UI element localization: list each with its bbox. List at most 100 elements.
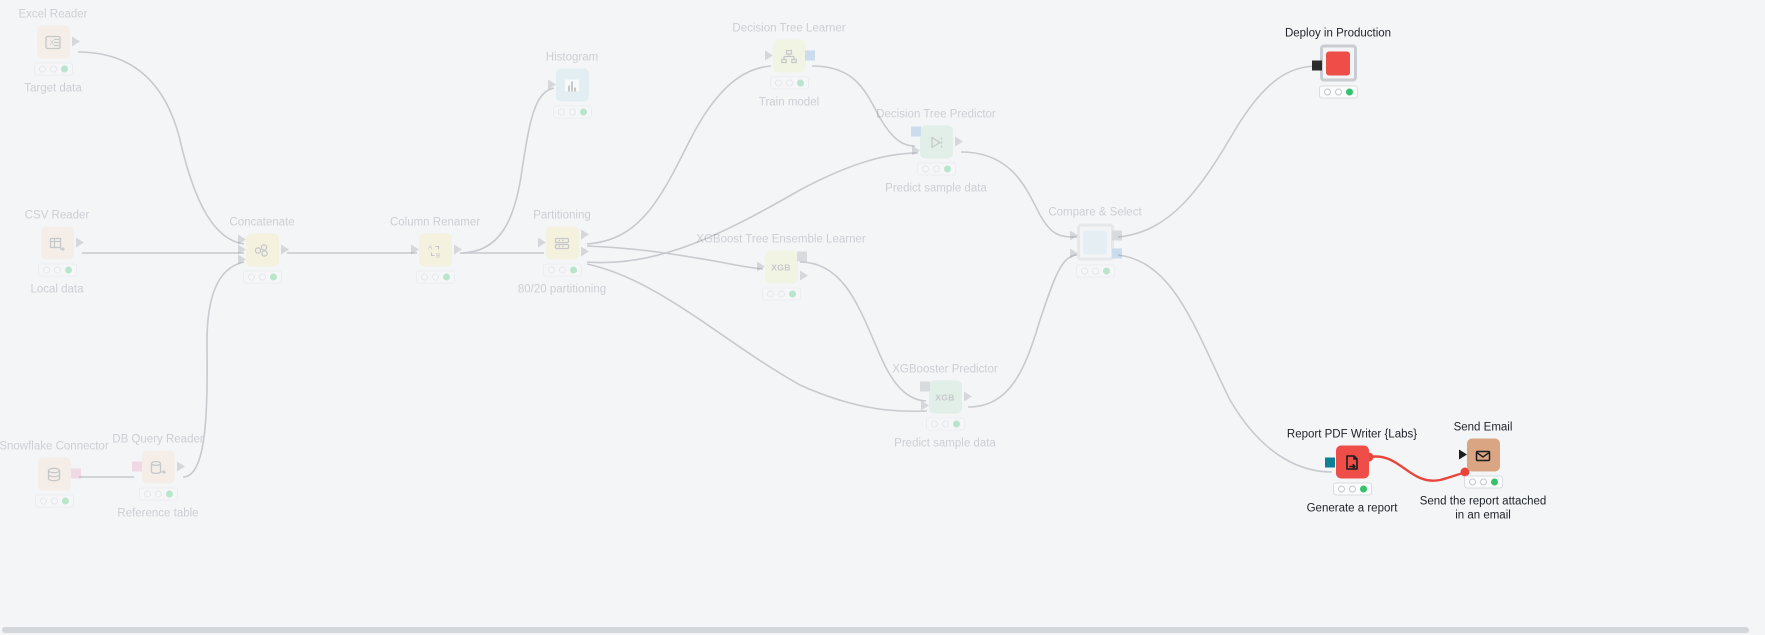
input-port[interactable] xyxy=(1324,457,1335,468)
node-title: Decision Tree Learner xyxy=(732,22,846,35)
output-port-model[interactable] xyxy=(796,251,807,262)
output-port[interactable] xyxy=(176,461,185,472)
node-body[interactable]: AB xyxy=(410,233,462,267)
input-port[interactable] xyxy=(537,237,546,248)
output-port[interactable] xyxy=(453,244,462,255)
input-port-1[interactable] xyxy=(237,234,246,245)
lamp-queued xyxy=(53,266,61,274)
input-port[interactable] xyxy=(410,244,419,255)
input-port-model[interactable] xyxy=(910,126,921,137)
input-port-data[interactable] xyxy=(920,400,929,411)
input-port[interactable] xyxy=(1458,449,1467,460)
output-port-model[interactable] xyxy=(804,50,815,61)
input-port[interactable] xyxy=(764,50,773,61)
db-query-reader-icon xyxy=(148,457,168,477)
node-subtitle: Reference table xyxy=(117,507,199,520)
lamp-executed xyxy=(943,165,951,173)
output-port[interactable] xyxy=(71,36,80,47)
node-body[interactable] xyxy=(1069,223,1122,261)
node-db-query-reader[interactable]: DB Query Reader Reference table xyxy=(68,434,248,521)
node-concatenate[interactable]: Concatenate xyxy=(172,217,352,290)
output-port[interactable] xyxy=(75,237,84,248)
lamp-executed xyxy=(1102,267,1110,275)
output-port[interactable] xyxy=(954,136,963,147)
node-title: CSV Reader xyxy=(24,209,90,222)
concatenate-icon xyxy=(252,240,272,260)
output-port-2[interactable] xyxy=(1111,248,1122,259)
node-excel-reader[interactable]: Excel Reader X Target data xyxy=(0,9,143,96)
traffic-light xyxy=(242,270,282,284)
input-port-2[interactable] xyxy=(237,244,246,255)
workflow-canvas[interactable]: Excel Reader X Target data CSV Reader Lo… xyxy=(0,0,1765,635)
output-port[interactable] xyxy=(963,391,972,402)
node-compare-and-select[interactable]: Compare & Select xyxy=(1005,207,1185,284)
lamp-queued xyxy=(568,108,576,116)
lamp-executed xyxy=(1490,478,1498,486)
input-port-2[interactable] xyxy=(1069,248,1078,259)
lamp-idle xyxy=(1337,485,1345,493)
partitioning-icon xyxy=(552,233,572,253)
node-body[interactable] xyxy=(537,226,589,260)
scrollbar-thumb[interactable] xyxy=(2,627,1750,633)
output-port-data[interactable] xyxy=(799,270,808,281)
lamp-executed xyxy=(788,290,796,298)
lamp-executed xyxy=(60,65,68,73)
traffic-light xyxy=(37,263,77,277)
connection-edges xyxy=(77,51,1470,482)
node-body[interactable] xyxy=(1458,438,1500,472)
lamp-idle xyxy=(921,165,929,173)
input-port-3[interactable] xyxy=(237,254,246,265)
lamp-executed xyxy=(579,108,587,116)
traffic-light xyxy=(925,417,965,431)
input-port-data[interactable] xyxy=(911,145,920,156)
horizontal-scrollbar[interactable] xyxy=(0,626,1765,635)
decision-tree-icon xyxy=(779,46,799,66)
node-body[interactable] xyxy=(764,39,815,73)
node-body[interactable] xyxy=(1324,445,1369,479)
lamp-idle xyxy=(247,273,255,281)
node-body[interactable] xyxy=(237,233,289,267)
node-body[interactable] xyxy=(40,226,84,260)
output-port[interactable] xyxy=(280,244,289,255)
input-port[interactable] xyxy=(547,79,556,90)
node-body[interactable]: XGB xyxy=(756,250,808,284)
node-partitioning[interactable]: Partitioning 80/20 partitioning xyxy=(472,210,652,297)
input-port-db[interactable] xyxy=(131,461,142,472)
node-decision-tree-learner[interactable]: Decision Tree Learner Train model xyxy=(699,23,879,110)
node-deploy-in-production[interactable]: Deploy in Production xyxy=(1248,28,1428,105)
histogram-icon xyxy=(562,75,582,95)
input-port-model[interactable] xyxy=(919,381,930,392)
node-xgboost-tree-ensemble-learner[interactable]: XGBoost Tree Ensemble Learner XGB xyxy=(691,234,871,307)
node-body[interactable] xyxy=(910,125,963,159)
output-port-1[interactable] xyxy=(1111,230,1122,241)
node-send-email[interactable]: Send Email Send the report attached in a… xyxy=(1393,422,1573,523)
input-port[interactable] xyxy=(1311,60,1322,71)
lamp-queued xyxy=(258,273,266,281)
node-histogram[interactable]: Histogram xyxy=(482,52,662,125)
input-port[interactable] xyxy=(756,261,765,272)
node-body[interactable] xyxy=(547,68,589,102)
node-body[interactable]: XGB xyxy=(919,380,972,414)
svg-text:A: A xyxy=(428,244,433,251)
node-body[interactable] xyxy=(37,457,81,491)
node-body[interactable] xyxy=(1311,44,1357,82)
node-body[interactable] xyxy=(131,450,185,484)
node-subtitle: Local data xyxy=(30,283,84,296)
node-xgbooster-predictor[interactable]: XGBooster Predictor XGB Predict sample d… xyxy=(855,364,1035,451)
output-port-1[interactable] xyxy=(580,229,589,240)
lamp-idle xyxy=(1323,88,1331,96)
input-port-1[interactable] xyxy=(1069,230,1078,241)
lamp-queued xyxy=(154,490,162,498)
node-title: Send Email xyxy=(1453,421,1513,434)
node-decision-tree-predictor[interactable]: Decision Tree Predictor Predict sample d… xyxy=(846,109,1026,196)
lamp-executed xyxy=(1345,88,1353,96)
node-body[interactable]: X xyxy=(36,25,80,59)
node-title: Concatenate xyxy=(229,216,295,229)
output-port-2[interactable] xyxy=(580,246,589,257)
node-title: Excel Reader xyxy=(18,8,88,21)
lamp-queued xyxy=(932,165,940,173)
lamp-executed xyxy=(442,273,450,281)
lamp-idle xyxy=(143,490,151,498)
lamp-idle xyxy=(766,290,774,298)
node-csv-reader[interactable]: CSV Reader Local data xyxy=(0,210,147,297)
